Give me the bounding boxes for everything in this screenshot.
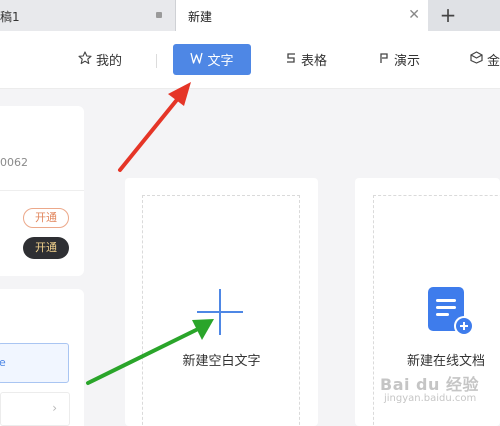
nav-item[interactable]: › [0, 392, 70, 426]
toolbar: 我的 文字 表格 演示 金 [0, 31, 500, 89]
chevron-right-icon: › [52, 401, 57, 415]
new-tab-button[interactable]: + [436, 2, 460, 28]
tab-text[interactable]: 文字 [173, 44, 251, 75]
watermark-logo: Bai du 经验 [380, 375, 479, 394]
new-blank-text-label: 新建空白文字 [182, 354, 261, 369]
tab-sheet-label: 表格 [301, 54, 328, 69]
sheet-s-icon [285, 52, 297, 68]
tab-document-label: 稿1 [0, 10, 20, 24]
toolbar-divider [156, 54, 157, 68]
presentation-p-icon [378, 52, 390, 68]
tab-mine-label: 我的 [96, 54, 123, 69]
online-doc-icon [428, 287, 474, 336]
watermark: Bai du 经验 jingyan.baidu.com [380, 375, 479, 406]
tab-document[interactable]: 稿1 [0, 0, 176, 31]
tab-presentation-label: 演示 [394, 54, 421, 69]
activate-button-solid[interactable]: 开通 [23, 237, 69, 259]
account-card: 0062 开通 开通 [0, 106, 84, 276]
activate-button-outline[interactable]: 开通 [23, 208, 69, 228]
red-arrow-icon [118, 82, 191, 172]
side-nav-card: e › [0, 289, 84, 426]
tab-new[interactable]: 新建 ✕ [176, 0, 428, 31]
new-online-doc-label: 新建在线文档 [407, 354, 486, 369]
new-blank-text-card[interactable]: 新建空白文字 [125, 178, 318, 426]
card-divider [0, 190, 84, 191]
tab-presentation[interactable]: 演示 [378, 44, 420, 75]
selected-nav-item-label: e [0, 356, 6, 369]
text-w-icon [190, 52, 204, 68]
plus-icon-bar [197, 311, 243, 313]
close-tab-icon[interactable]: ✕ [408, 6, 420, 24]
tab-new-label: 新建 [188, 10, 213, 24]
account-number: 0062 [0, 156, 28, 169]
tab-mine[interactable]: 我的 [78, 44, 122, 75]
cube-icon [470, 51, 483, 68]
star-icon [78, 50, 92, 69]
unsaved-dot-icon [156, 12, 162, 18]
watermark-url: jingyan.baidu.com [384, 393, 477, 404]
tab-more[interactable]: 金 [470, 44, 500, 75]
selected-nav-item[interactable]: e [0, 343, 69, 383]
tab-more-label: 金 [487, 54, 500, 69]
tab-text-label: 文字 [207, 54, 234, 69]
tab-sheet[interactable]: 表格 [285, 44, 327, 75]
tab-bar: 稿1 新建 ✕ + [0, 0, 500, 31]
